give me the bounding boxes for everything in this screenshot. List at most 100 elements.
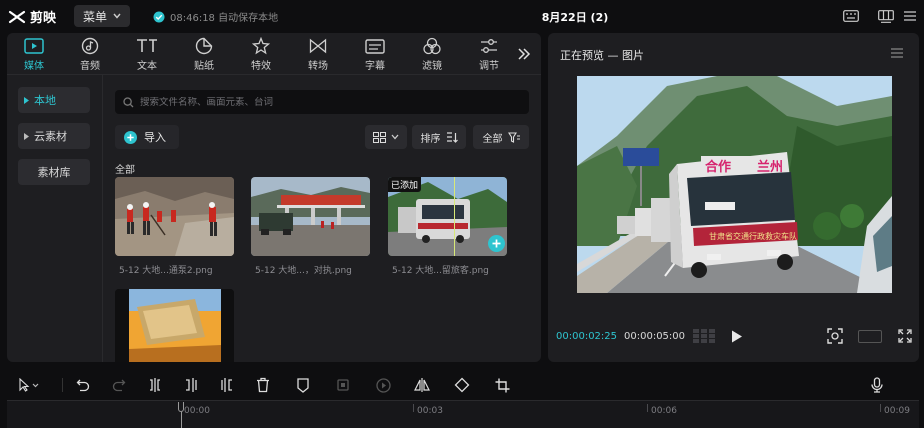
ruler-tick xyxy=(647,404,648,412)
crop-icon xyxy=(495,378,509,392)
cursor-icon xyxy=(19,378,39,392)
media-caption-2: 5-12 大地...，对执.png xyxy=(255,266,352,276)
more-icon[interactable] xyxy=(900,7,920,25)
funnel-icon xyxy=(507,131,520,143)
split-button[interactable] xyxy=(143,369,167,401)
tab-text[interactable]: 文本 xyxy=(122,37,172,73)
trash-icon xyxy=(257,377,269,393)
playhead-line xyxy=(181,412,182,428)
split-left-icon xyxy=(186,378,197,392)
plus-circle-icon xyxy=(124,130,137,144)
media-thumb-2[interactable] xyxy=(251,177,370,256)
freeze-icon xyxy=(337,379,349,391)
fit-view-icon[interactable] xyxy=(827,328,843,344)
current-time: 00:00:02:25 xyxy=(556,331,618,342)
microphone-icon xyxy=(871,377,883,393)
preview-photo-buses: 合作 兰州 甘肃省交通行政救灾车队 xyxy=(577,76,892,293)
undo-button[interactable] xyxy=(71,369,95,401)
delete-button[interactable] xyxy=(251,369,275,401)
caret-right-icon xyxy=(24,96,29,104)
aspect-ratio-button[interactable] xyxy=(858,330,882,343)
import-button[interactable]: 导入 xyxy=(115,125,179,149)
tab-transition[interactable]: 转场 xyxy=(293,37,343,73)
subtitle-icon xyxy=(365,38,385,54)
transition-icon xyxy=(309,38,327,54)
bus-banner: 甘肃省交通行政救灾车队 xyxy=(709,231,797,241)
sort-button[interactable]: 排序 xyxy=(412,125,466,149)
tab-effects[interactable]: 特效 xyxy=(236,37,286,73)
redo-button[interactable] xyxy=(107,369,131,401)
preview-panel: 正在预览 — 图片 合作 兰州 甘肃省交通行政救灾车队 00:00:02:25 … xyxy=(548,33,919,362)
tab-sticker[interactable]: 贴纸 xyxy=(179,37,229,73)
search-input[interactable] xyxy=(140,96,520,108)
tabs-more-icon[interactable] xyxy=(517,47,531,61)
thumb-image-truck xyxy=(115,289,234,362)
ruler-tick xyxy=(880,404,881,412)
split-right-button[interactable] xyxy=(215,369,239,401)
play-icon xyxy=(732,330,742,343)
media-thumb-1[interactable] xyxy=(115,177,234,256)
rotate-button[interactable] xyxy=(450,369,474,401)
thumb-image-workers xyxy=(115,177,234,256)
audio-icon xyxy=(81,37,99,55)
text-icon xyxy=(137,39,157,52)
media-section-label: 全部 xyxy=(115,165,135,176)
chevron-down-icon xyxy=(391,134,399,140)
tab-filter[interactable]: 滤镜 xyxy=(407,37,457,73)
media-thumb-4[interactable] xyxy=(115,289,234,362)
ruler-label-0: 00:00 xyxy=(184,406,210,416)
media-sidebar: 本地 云素材 素材库 xyxy=(7,75,103,362)
freeze-frame-button[interactable] xyxy=(331,369,355,401)
media-icon xyxy=(24,38,44,54)
split-right-icon xyxy=(221,378,232,392)
ruler-label-9: 00:09 xyxy=(884,406,910,416)
media-thumb-3[interactable]: 已添加 xyxy=(388,177,507,256)
filter-all-button[interactable]: 全部 xyxy=(473,125,529,149)
added-badge: 已添加 xyxy=(388,177,422,192)
split-icon xyxy=(150,378,160,392)
crop-button[interactable] xyxy=(490,369,514,401)
sidebar-item-local[interactable]: 本地 xyxy=(18,87,90,113)
preview-title: 正在预览 — 图片 xyxy=(560,49,644,62)
tab-media[interactable]: 媒体 xyxy=(9,37,59,73)
sidebar-item-library[interactable]: 素材库 xyxy=(18,159,90,185)
record-voice-button[interactable] xyxy=(865,369,889,401)
preview-image: 合作 兰州 甘肃省交通行政救灾车队 xyxy=(577,76,892,293)
sidebar-item-cloud[interactable]: 云素材 xyxy=(18,123,90,149)
tab-adjust[interactable]: 调节 xyxy=(464,37,514,73)
search-box[interactable] xyxy=(115,90,529,114)
plus-circle-icon xyxy=(488,235,505,252)
tab-subtitle[interactable]: 字幕 xyxy=(350,37,400,73)
effects-icon xyxy=(252,37,270,55)
media-caption-1: 5-12 大地...通泵2.png xyxy=(119,266,213,276)
ruler-label-6: 00:06 xyxy=(651,406,677,416)
play-button[interactable] xyxy=(731,330,743,343)
tab-audio[interactable]: 音频 xyxy=(65,37,115,73)
preview-menu-icon[interactable] xyxy=(890,47,904,59)
layout-icon[interactable] xyxy=(876,7,896,25)
reverse-button[interactable] xyxy=(371,369,395,401)
rotate-icon xyxy=(454,377,470,393)
ruler-label-3: 00:03 xyxy=(417,406,443,416)
ruler-tick xyxy=(413,404,414,412)
view-mode-button[interactable] xyxy=(365,125,407,149)
add-to-track-button[interactable] xyxy=(488,235,505,252)
undo-icon xyxy=(76,379,90,392)
shortcut-icon[interactable] xyxy=(841,7,861,25)
timecode-toggle-icon[interactable] xyxy=(693,329,715,343)
project-title: 8月22日 (2) xyxy=(541,11,609,24)
split-left-button[interactable] xyxy=(179,369,203,401)
bus-sign-left: 合作 xyxy=(705,159,731,175)
total-time: 00:00:05:00 xyxy=(624,331,686,342)
select-tool-button[interactable] xyxy=(11,369,47,401)
grid-view-icon xyxy=(373,131,386,143)
reverse-play-icon xyxy=(375,377,391,393)
top-bar: 剪映 菜单 08:46:18 自动保存本地 8月22日 (2) xyxy=(0,0,924,32)
timeline-ruler[interactable]: 00:00 00:03 00:06 00:09 xyxy=(7,400,919,428)
fullscreen-icon[interactable] xyxy=(898,329,912,343)
mirror-icon xyxy=(414,378,430,392)
sticker-icon xyxy=(195,37,213,55)
toolbar-divider xyxy=(62,378,63,392)
marker-button[interactable] xyxy=(291,369,315,401)
mirror-button[interactable] xyxy=(410,369,434,401)
